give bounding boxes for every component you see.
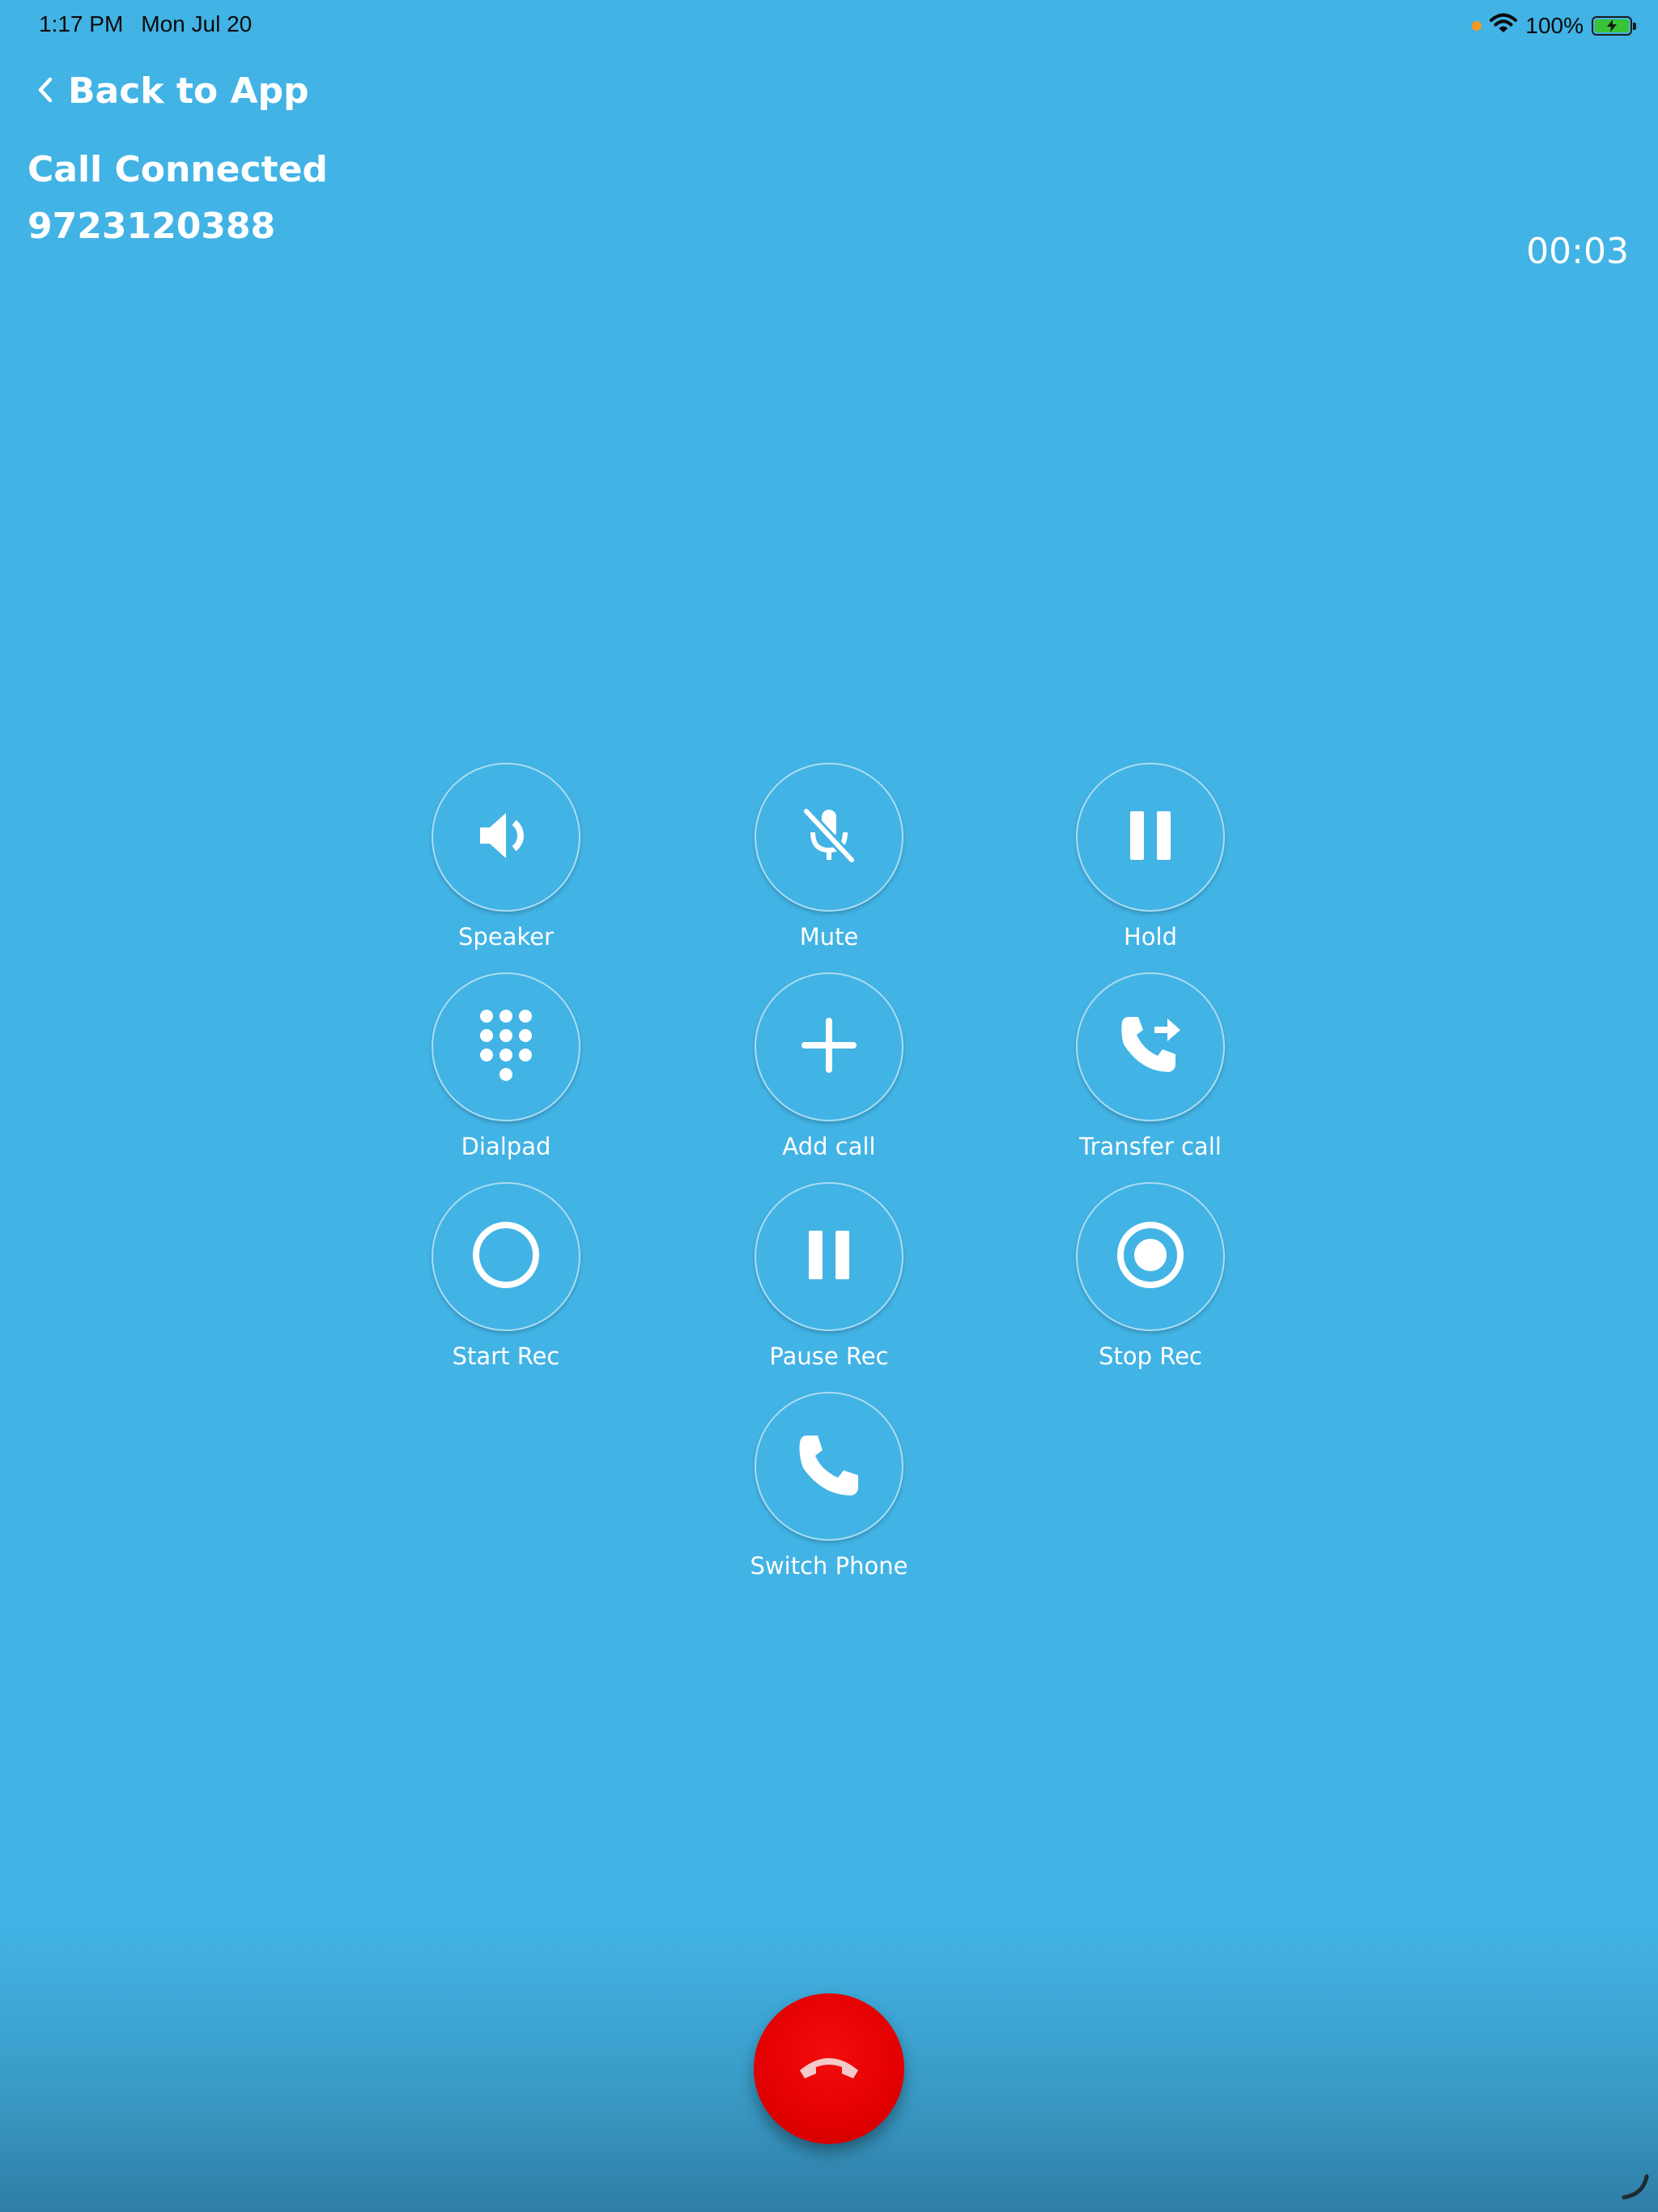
pause-rec-control: Pause Rec — [732, 1182, 926, 1370]
hold-button[interactable] — [1076, 763, 1225, 912]
wifi-icon — [1490, 13, 1518, 40]
battery-icon — [1592, 16, 1636, 36]
add-call-label: Add call — [782, 1133, 876, 1160]
add-call-control: Add call — [732, 972, 926, 1160]
stop-rec-label: Stop Rec — [1099, 1342, 1202, 1370]
start-rec-button[interactable] — [432, 1182, 580, 1331]
privacy-indicator-dot — [1472, 21, 1482, 31]
pause-rec-button[interactable] — [755, 1182, 903, 1331]
back-to-app-label: Back to App — [68, 70, 309, 112]
mute-button[interactable] — [755, 763, 903, 912]
transfer-call-control: Transfer call — [1053, 972, 1248, 1160]
pause-rec-label: Pause Rec — [769, 1342, 889, 1370]
speaker-icon — [474, 803, 538, 871]
back-to-app-button[interactable]: Back to App — [37, 66, 309, 115]
pause-icon — [797, 1223, 861, 1291]
transfer-call-label: Transfer call — [1079, 1133, 1222, 1160]
speaker-label: Speaker — [458, 923, 554, 951]
dialpad-label: Dialpad — [461, 1133, 551, 1160]
hold-control: Hold — [1053, 763, 1248, 951]
status-bar-right: 100% — [1472, 10, 1636, 42]
call-timer: 00:03 — [1526, 231, 1629, 272]
transfer-call-button[interactable] — [1076, 972, 1225, 1121]
start-rec-control: Start Rec — [409, 1182, 603, 1370]
dialpad-icon — [474, 1005, 538, 1089]
end-call-button[interactable] — [754, 1993, 904, 2144]
status-time: 1:17 PM — [39, 11, 124, 36]
record-dot-icon — [1114, 1219, 1187, 1295]
add-call-button[interactable] — [755, 972, 903, 1121]
record-ring-icon — [470, 1219, 542, 1295]
mute-label: Mute — [799, 923, 859, 951]
switch-phone-label: Switch Phone — [750, 1552, 908, 1580]
phone-number: 9723120388 — [28, 206, 276, 247]
phone-icon — [795, 1431, 863, 1502]
call-status: Call Connected — [28, 149, 328, 190]
switch-phone-control: Switch Phone — [732, 1392, 926, 1580]
switch-phone-button[interactable] — [755, 1392, 903, 1541]
pause-icon — [1118, 803, 1183, 871]
status-bar-left: 1:17 PM Mon Jul 20 — [39, 11, 252, 37]
dialpad-button[interactable] — [432, 972, 580, 1121]
hold-label: Hold — [1123, 923, 1177, 951]
end-call-icon — [797, 2051, 861, 2087]
dialpad-control: Dialpad — [409, 972, 603, 1160]
stop-rec-button[interactable] — [1076, 1182, 1225, 1331]
speaker-button[interactable] — [432, 763, 580, 912]
status-date: Mon Jul 20 — [141, 11, 253, 36]
mic-off-icon — [797, 803, 861, 871]
start-rec-label: Start Rec — [452, 1342, 560, 1370]
speaker-control: Speaker — [409, 763, 603, 951]
stop-rec-control: Stop Rec — [1053, 1182, 1248, 1370]
resize-handle-icon — [1619, 2170, 1652, 2206]
mute-control: Mute — [732, 763, 926, 951]
phone-forward-icon — [1114, 1009, 1187, 1085]
battery-percent: 100% — [1525, 13, 1584, 38]
chevron-left-icon — [37, 70, 53, 112]
plus-icon — [797, 1013, 861, 1081]
